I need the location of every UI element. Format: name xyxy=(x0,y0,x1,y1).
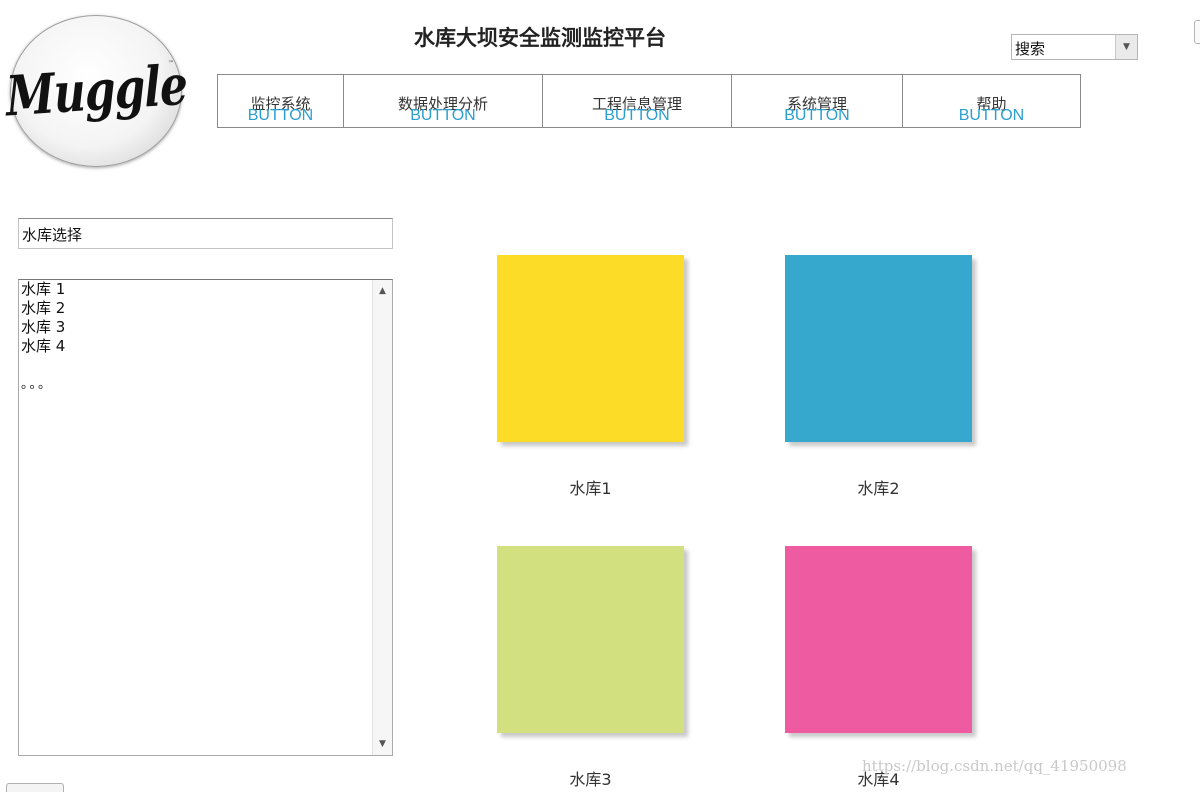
window-edge-control xyxy=(1194,20,1200,44)
nav-button-text: BUTTON xyxy=(410,107,476,124)
reservoir-tile-4[interactable] xyxy=(785,546,972,733)
nav-button-data-analysis[interactable]: 数据处理分析 BUTTON xyxy=(344,75,543,127)
list-item[interactable]: 水库 2 xyxy=(21,299,65,318)
reservoir-label: 水库2 xyxy=(857,479,900,498)
main-nav: 监控系统 BUTTON 数据处理分析 BUTTON 工程信息管理 BUTTON … xyxy=(217,74,1081,128)
nav-button-help[interactable]: 帮助 BUTTON xyxy=(903,75,1080,127)
reservoir-select-field[interactable]: 水库选择 xyxy=(18,218,393,249)
nav-button-text: BUTTON xyxy=(784,107,850,124)
nav-button-monitoring[interactable]: 监控系统 BUTTON xyxy=(218,75,344,127)
nav-button-text: BUTTON xyxy=(604,107,670,124)
list-item[interactable]: 水库 1 xyxy=(21,280,65,299)
list-ellipsis: 。。。 xyxy=(21,377,54,392)
list-item[interactable]: 水库 3 xyxy=(21,318,65,337)
search-select[interactable]: 搜索 ▼ xyxy=(1011,34,1138,60)
page-title: 水库大坝安全监测监控平台 xyxy=(414,26,666,50)
search-label: 搜索 xyxy=(1015,40,1046,58)
bottom-tab xyxy=(6,783,64,792)
chevron-down-icon[interactable]: ▼ xyxy=(1115,35,1137,59)
reservoir-list[interactable]: 水库 1 水库 2 水库 3 水库 4 。。。 ▲ ▼ xyxy=(18,279,393,756)
reservoir-tile-2[interactable] xyxy=(785,255,972,442)
watermark-url: https://blog.csdn.net/qq_41950098 xyxy=(862,757,1127,775)
scroll-up-icon[interactable]: ▲ xyxy=(373,282,392,300)
nav-button-system-admin[interactable]: 系统管理 BUTTON xyxy=(732,75,903,127)
logo-text: Muggle xyxy=(4,53,188,129)
muggle-logo: Muggle xyxy=(4,15,188,167)
scroll-down-icon[interactable]: ▼ xyxy=(373,735,392,753)
reservoir-label: 水库3 xyxy=(569,770,612,789)
reservoir-label: 水库1 xyxy=(569,479,612,498)
reservoir-tile-1[interactable] xyxy=(497,255,684,442)
nav-button-project-info[interactable]: 工程信息管理 BUTTON xyxy=(543,75,732,127)
list-scrollbar[interactable]: ▲ ▼ xyxy=(372,280,392,755)
reservoir-tile-3[interactable] xyxy=(497,546,684,733)
nav-button-text: BUTTON xyxy=(958,107,1025,124)
nav-button-text: BUTTON xyxy=(247,107,314,124)
logo-trademark: ™ xyxy=(168,60,174,67)
list-item[interactable]: 水库 4 xyxy=(21,337,65,356)
